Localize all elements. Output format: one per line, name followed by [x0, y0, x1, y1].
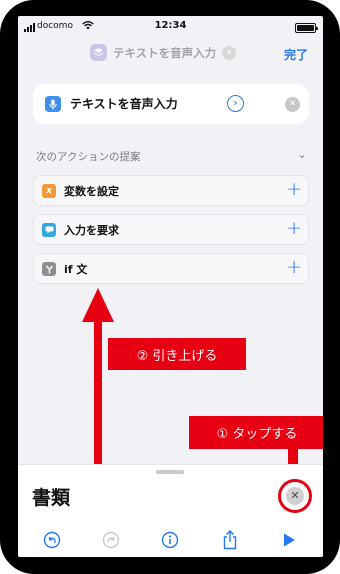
add-icon[interactable]: +	[286, 256, 302, 278]
battery-icon	[295, 23, 318, 33]
share-icon[interactable]	[216, 526, 244, 554]
action-label: テキストを音声入力	[70, 97, 178, 111]
add-icon[interactable]: +	[286, 178, 302, 200]
suggestion-row-if[interactable]: if 文 +	[33, 253, 309, 284]
shortcut-title: テキストを音声入力	[113, 45, 217, 60]
play-icon[interactable]	[275, 526, 303, 554]
add-icon[interactable]: +	[286, 217, 302, 239]
editor-toolbar	[18, 521, 323, 557]
nav-bar: テキストを音声入力 ▾ 完了	[18, 42, 323, 68]
undo-icon[interactable]	[38, 526, 66, 554]
shortcut-title-menu[interactable]: テキストを音声入力 ▾	[90, 44, 237, 61]
highlight-ring	[278, 479, 312, 513]
shortcuts-app-icon	[90, 44, 107, 61]
annotation-step2: ② 引き上げる	[108, 338, 246, 370]
sheet-grabber[interactable]	[156, 470, 184, 474]
clock: 12:34	[154, 20, 187, 31]
branch-icon	[42, 262, 56, 276]
phone-frame: docomo 12:34 テキストを音声入力 ▾ 完了 テキストを音声入力 › …	[0, 0, 340, 574]
redo-icon[interactable]	[97, 526, 125, 554]
chevron-down-icon[interactable]: ⌄	[297, 147, 307, 161]
x-variable-icon: x	[42, 184, 56, 198]
suggestion-label: 入力を要求	[64, 224, 119, 237]
done-button[interactable]: 完了	[284, 46, 308, 63]
documents-sheet[interactable]: 書類 ✕	[18, 464, 323, 557]
status-bar: docomo 12:34	[18, 16, 323, 38]
chevron-down-icon: ▾	[222, 45, 237, 60]
suggestion-row-set-variable[interactable]: x 変数を設定 +	[33, 175, 309, 206]
annotation-step1: ① タップする	[189, 416, 323, 449]
remove-action-icon[interactable]: ✕	[285, 97, 300, 112]
sheet-title: 書類	[32, 487, 71, 509]
action-card[interactable]: テキストを音声入力 › ✕	[33, 84, 309, 124]
microphone-icon	[45, 96, 61, 112]
suggestion-label: if 文	[64, 263, 88, 276]
suggestions-header: 次のアクションの提案	[36, 151, 141, 163]
suggestion-row-ask-input[interactable]: 入力を要求 +	[33, 214, 309, 245]
suggestion-label: 変数を設定	[64, 185, 119, 198]
screen: docomo 12:34 テキストを音声入力 ▾ 完了 テキストを音声入力 › …	[18, 16, 323, 557]
expand-chevron-icon[interactable]: ›	[227, 95, 244, 112]
speech-bubble-icon	[42, 223, 56, 237]
info-icon[interactable]	[156, 526, 184, 554]
